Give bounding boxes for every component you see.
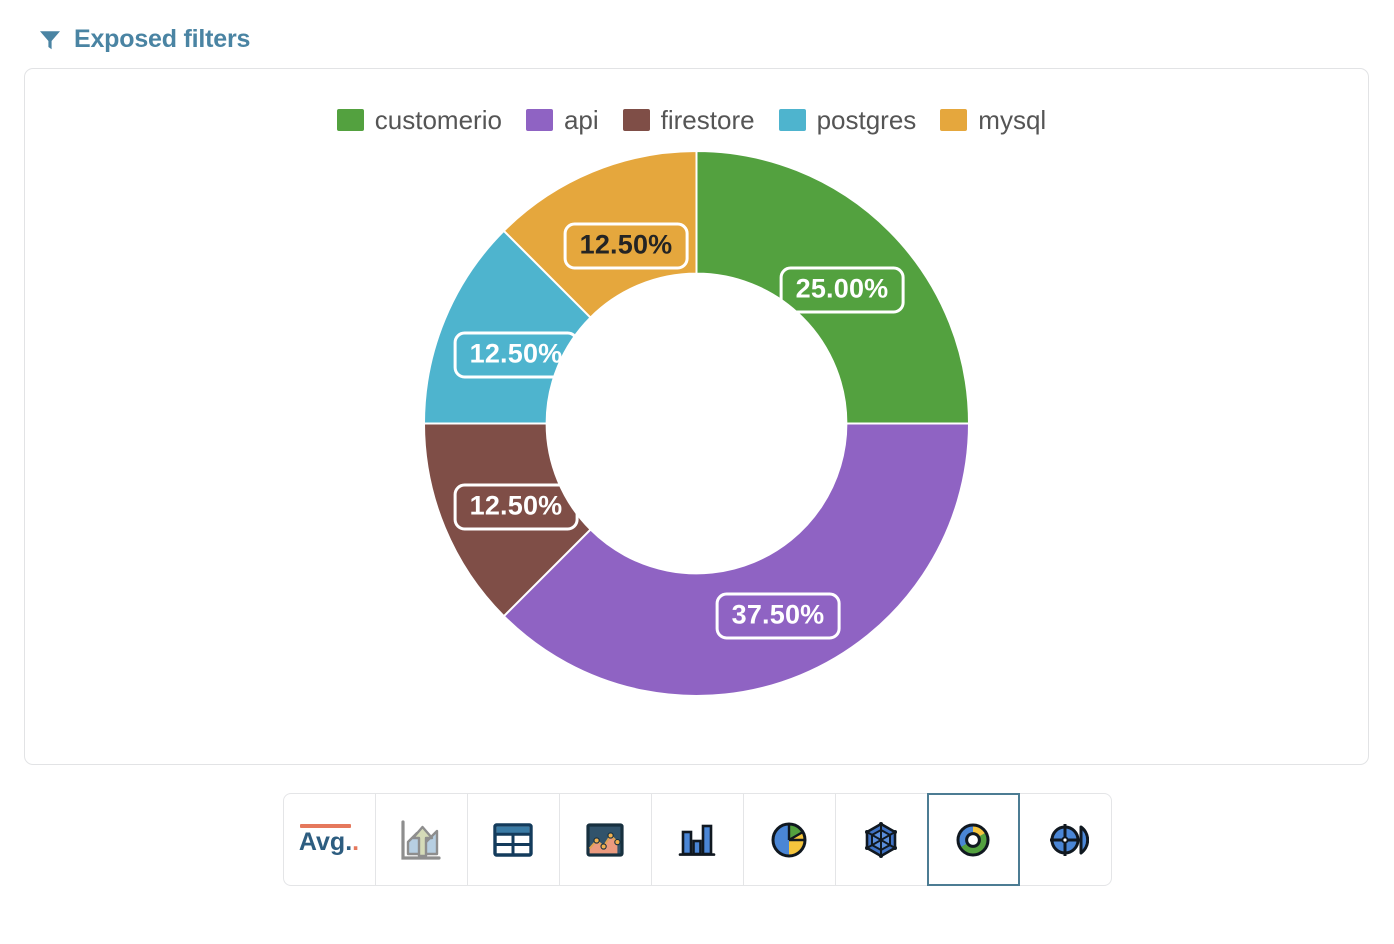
slice-label-customerio: 25.00% [779, 266, 905, 314]
legend-item[interactable]: api [525, 105, 599, 135]
legend-item[interactable]: firestore [622, 105, 755, 135]
radar-chart-icon [857, 816, 905, 864]
legend-swatch-firestore [622, 109, 650, 131]
donut-chart-svg [424, 151, 969, 696]
legend-swatch-customerio [336, 109, 364, 131]
viz-btn-trend-area[interactable] [374, 793, 468, 886]
viz-btn-radar-chart[interactable] [834, 793, 928, 886]
viz-type-toolbar: Avg.. [0, 793, 1394, 886]
chart-legend: customerio api firestore postgres mysql [25, 69, 1368, 133]
viz-btn-donut-chart[interactable] [926, 793, 1020, 886]
funnel-icon [38, 28, 62, 52]
table-icon [489, 816, 537, 864]
legend-item[interactable]: mysql [940, 107, 1046, 133]
legend-swatch-postgres [778, 109, 806, 131]
viz-btn-big-number-avg[interactable]: Avg.. [282, 793, 376, 886]
viz-btn-table[interactable] [466, 793, 560, 886]
slice-label-api: 37.50% [715, 592, 841, 640]
legend-item[interactable]: customerio [336, 105, 502, 135]
donut-chart[interactable]: 25.00% 37.50% 12.50% 12.50% 12.50% [424, 151, 969, 696]
legend-swatch-api [525, 109, 553, 131]
legend-label: api [563, 105, 599, 135]
pie-chart-icon [765, 816, 813, 864]
donut-slice-api[interactable] [502, 422, 969, 696]
slice-label-mysql: 12.50% [563, 222, 689, 270]
legend-item[interactable]: postgres [778, 105, 917, 135]
slice-label-postgres: 12.50% [453, 331, 579, 379]
page-header: Exposed filters [0, 0, 1394, 51]
donut-chart-icon [949, 816, 997, 864]
page-title: Exposed filters [74, 24, 251, 53]
polar-chart-icon [1041, 816, 1089, 864]
legend-swatch-mysql [940, 109, 968, 131]
viz-btn-pie-chart[interactable] [742, 793, 836, 886]
slice-label-firestore: 12.50% [453, 483, 579, 531]
trend-area-icon [397, 816, 445, 864]
legend-label: firestore [660, 105, 755, 135]
chart-card: customerio api firestore postgres mysql … [24, 68, 1369, 765]
bar-chart-icon [673, 816, 721, 864]
legend-label: customerio [374, 105, 502, 135]
big-number-avg-icon: Avg.. [299, 824, 359, 855]
viz-btn-area-chart[interactable] [558, 793, 652, 886]
viz-btn-bar-chart[interactable] [650, 793, 744, 886]
viz-btn-polar-chart[interactable] [1018, 793, 1112, 886]
legend-label: postgres [816, 105, 917, 135]
legend-label: mysql [978, 105, 1047, 135]
area-chart-icon [581, 816, 629, 864]
